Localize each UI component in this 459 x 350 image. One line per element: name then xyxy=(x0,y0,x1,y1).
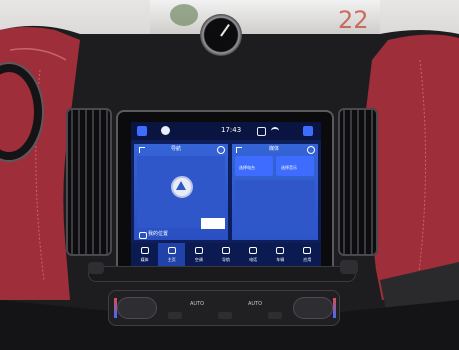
dock-item-home[interactable]: 主页 xyxy=(158,243,186,268)
fan-button[interactable] xyxy=(168,312,182,319)
dock-item-phone[interactable]: 电话 xyxy=(240,243,267,268)
right-temperature-indicator xyxy=(333,298,336,318)
dock-item-music-note[interactable]: 媒体 xyxy=(131,243,158,268)
infotainment-screen: 17:43 导航 我的位置 媒体 选择电台 选择音乐 媒体 主页 空调 导航 电话 车辆应… xyxy=(131,122,321,268)
right-air-vent[interactable] xyxy=(338,108,378,256)
right-mode-knob[interactable] xyxy=(340,260,358,274)
media-source-music-label: 选择音乐 xyxy=(281,165,297,170)
my-location-label: 我的位置 xyxy=(148,231,169,237)
music-note-icon xyxy=(140,247,149,254)
map-info-box[interactable] xyxy=(201,218,225,229)
recirculation-button[interactable] xyxy=(218,312,232,319)
clock-time: 17:43 xyxy=(221,126,242,134)
climate-right-knob[interactable] xyxy=(294,298,332,318)
right-auto-button[interactable]: AUTO xyxy=(248,302,262,307)
left-mode-knob[interactable] xyxy=(88,262,104,274)
fan-icon xyxy=(194,247,203,254)
dock-item-apps-grid[interactable]: 应用 xyxy=(294,243,321,268)
phone-icon xyxy=(249,247,258,254)
edit-icon[interactable] xyxy=(307,146,315,154)
dock-item-label: 车辆 xyxy=(276,257,285,262)
car-interior-photo: 22 17:43 导航 我的位置 媒体 选择电台 选择音乐 媒体 主页 空调 导… xyxy=(0,0,459,350)
dock-item-label: 电话 xyxy=(249,257,258,262)
media-source-radio-label: 选择电台 xyxy=(239,165,255,170)
left-air-vent[interactable] xyxy=(66,108,112,256)
profile-icon[interactable] xyxy=(161,126,170,135)
left-temperature-indicator xyxy=(114,298,117,318)
defrost-button[interactable] xyxy=(268,312,282,319)
dock-item-label: 空调 xyxy=(194,257,203,262)
dock-item-car[interactable]: 车辆 xyxy=(267,243,294,268)
screen-lower-trim xyxy=(88,266,356,282)
apps-grid-icon xyxy=(303,247,312,254)
navigation-panel-title: 导航 xyxy=(171,146,182,152)
position-marker-icon xyxy=(176,181,186,190)
media-panel-title: 媒体 xyxy=(269,146,280,152)
dock-item-label: 媒体 xyxy=(140,257,149,262)
navigation-arrow-icon xyxy=(221,247,230,254)
expand-icon[interactable] xyxy=(139,147,145,153)
car-icon xyxy=(276,247,285,254)
phone-status-icon xyxy=(257,127,266,136)
media-content-area[interactable] xyxy=(235,180,315,236)
dock-item-label: 导航 xyxy=(221,257,230,262)
dock-item-navigation-arrow[interactable]: 导航 xyxy=(212,243,239,268)
wifi-status-icon xyxy=(271,127,279,135)
dock-item-fan[interactable]: 空调 xyxy=(185,243,212,268)
dock-item-label: 主页 xyxy=(167,257,176,262)
climate-left-knob[interactable] xyxy=(118,298,156,318)
seat-cool-icon[interactable] xyxy=(303,126,313,136)
seat-heat-icon[interactable] xyxy=(137,126,147,136)
location-icon xyxy=(139,232,147,239)
home-icon xyxy=(167,247,176,254)
expand-icon[interactable] xyxy=(236,147,242,153)
edit-icon[interactable] xyxy=(217,146,225,154)
dock-item-label: 应用 xyxy=(303,257,312,262)
left-auto-button[interactable]: AUTO xyxy=(190,302,204,307)
